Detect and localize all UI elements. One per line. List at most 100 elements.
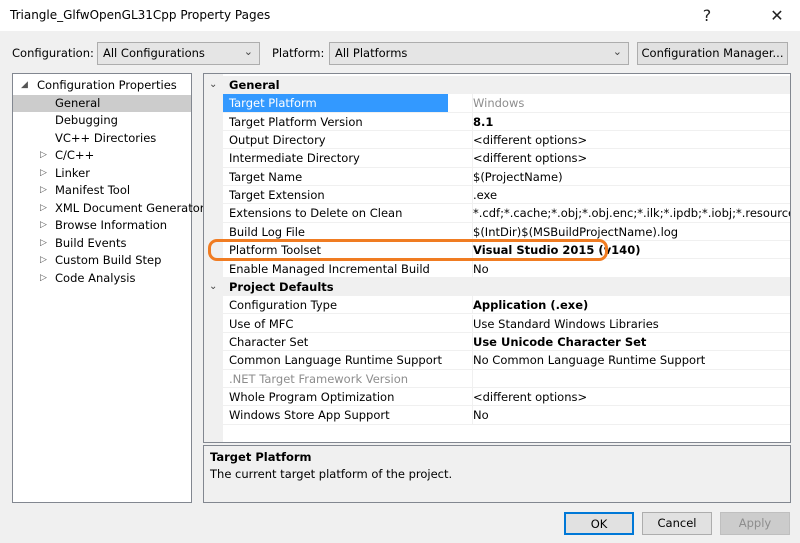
property-row[interactable]: Target Name $(ProjectName) xyxy=(223,167,790,187)
expand-arrow-icon[interactable]: ▷ xyxy=(40,147,47,164)
tree-item[interactable]: ▷ Custom Build Step xyxy=(13,252,191,269)
property-value[interactable] xyxy=(472,369,790,387)
tree-item-label: Configuration Properties xyxy=(37,78,177,92)
chevron-down-icon: ⌄ xyxy=(243,45,253,58)
property-name: Character Set xyxy=(229,334,309,349)
configuration-dropdown[interactable]: All Configurations ⌄ xyxy=(97,42,260,65)
help-button[interactable]: ? xyxy=(684,0,730,31)
property-name: Configuration Type xyxy=(229,298,338,313)
property-row[interactable]: Extensions to Delete on Clean *.cdf;*.cac… xyxy=(223,204,790,223)
platform-dropdown[interactable]: All Platforms ⌄ xyxy=(329,42,629,65)
expand-arrow-icon[interactable]: ▷ xyxy=(40,217,47,234)
tree-item[interactable]: ▷ XML Document Generator xyxy=(13,200,205,217)
description-panel: Target Platform The current target platf… xyxy=(203,445,791,503)
description-title: Target Platform xyxy=(210,450,312,464)
configuration-manager-button[interactable]: Configuration Manager... xyxy=(637,42,788,65)
property-value[interactable]: Use Standard Windows Libraries xyxy=(472,314,790,332)
property-value[interactable]: Windows xyxy=(472,94,790,112)
property-name: Target Platform xyxy=(223,94,448,112)
property-row[interactable]: Use of MFC Use Standard Windows Libraries xyxy=(223,314,790,333)
property-name: Build Log File xyxy=(229,224,305,239)
apply-button[interactable]: Apply xyxy=(720,512,790,535)
property-row[interactable]: .NET Target Framework Version xyxy=(223,369,790,388)
chevron-down-icon: ⌄ xyxy=(612,45,622,58)
property-value[interactable]: $(ProjectName) xyxy=(472,167,790,186)
property-value[interactable]: No xyxy=(472,259,790,277)
expand-arrow-icon[interactable]: ▷ xyxy=(40,270,47,287)
property-value[interactable]: $(IntDir)$(MSBuildProjectName).log xyxy=(472,222,790,241)
tree-item[interactable]: ▷ Build Events xyxy=(13,235,191,252)
property-row[interactable]: Target Platform Windows xyxy=(223,94,790,113)
property-name: Output Directory xyxy=(229,133,326,148)
property-value[interactable]: Use Unicode Character Set xyxy=(472,332,790,351)
tree-item-label: C/C++ xyxy=(55,148,95,162)
property-value[interactable]: No xyxy=(472,406,790,424)
tree-item-label: Build Events xyxy=(55,235,127,250)
window-title: Triangle_GlfwOpenGL31Cpp Property Pages xyxy=(10,8,271,22)
tree-item-label: Linker xyxy=(55,165,90,180)
expand-arrow-icon[interactable]: ▷ xyxy=(40,200,47,217)
expand-arrow-icon[interactable]: ▷ xyxy=(40,235,47,252)
property-value[interactable]: No Common Language Runtime Support xyxy=(472,351,790,369)
tree-item[interactable]: ▷ Browse Information xyxy=(13,217,191,234)
property-value[interactable]: .exe xyxy=(472,186,790,204)
close-icon[interactable]: ✕ xyxy=(754,0,800,31)
tree-item-label: Code Analysis xyxy=(55,270,136,285)
expand-arrow-icon[interactable]: ▷ xyxy=(40,182,47,199)
tree-item[interactable]: ▷ Code Analysis xyxy=(13,270,191,287)
title-bar: Triangle_GlfwOpenGL31Cpp Property Pages … xyxy=(0,0,800,31)
property-value[interactable]: <different options> xyxy=(472,131,790,149)
expand-arrow-icon[interactable]: ▷ xyxy=(40,165,47,182)
property-name: Intermediate Directory xyxy=(229,151,360,166)
property-row[interactable]: Target Platform Version 8.1 xyxy=(223,112,790,131)
collapse-arrow-icon[interactable]: ◢ xyxy=(21,77,28,94)
property-row[interactable]: Common Language Runtime Support No Common… xyxy=(223,351,790,370)
tree-item[interactable]: General xyxy=(13,94,191,112)
tree-item[interactable]: Debugging xyxy=(13,112,191,129)
category-header[interactable]: ⌄ Project Defaults xyxy=(204,277,790,296)
tree-item-label: General xyxy=(55,95,101,110)
property-row[interactable]: Configuration Type Application (.exe) xyxy=(223,296,790,315)
property-row[interactable]: Intermediate Directory <different options… xyxy=(223,149,790,168)
property-name: Target Platform Version xyxy=(229,114,363,129)
property-value[interactable]: Application (.exe) xyxy=(472,296,790,314)
tree-item[interactable]: ▷ Linker xyxy=(13,165,191,182)
property-row[interactable]: Whole Program Optimization <different opt… xyxy=(223,387,790,407)
property-name: Use of MFC xyxy=(229,316,294,331)
tree-item[interactable]: VC++ Directories xyxy=(13,130,191,147)
property-name: .NET Target Framework Version xyxy=(229,371,409,386)
tree-item-label: Browse Information xyxy=(55,218,168,232)
property-value[interactable]: <different options> xyxy=(472,387,790,406)
chevron-down-icon[interactable]: ⌄ xyxy=(209,278,217,296)
tree-item-label: Debugging xyxy=(55,113,118,127)
property-value[interactable]: <different options> xyxy=(472,149,790,167)
platform-value: All Platforms xyxy=(335,46,408,60)
property-name: Target Name xyxy=(229,169,303,184)
tree-item[interactable]: ▷ Manifest Tool xyxy=(13,182,191,199)
property-row[interactable]: Character Set Use Unicode Character Set xyxy=(223,332,790,352)
tree-item[interactable]: ◢ Configuration Properties xyxy=(13,77,191,94)
configuration-value: All Configurations xyxy=(103,46,205,60)
tree-item[interactable]: ▷ C/C++ xyxy=(13,147,191,164)
property-value[interactable]: 8.1 xyxy=(472,112,790,130)
property-row[interactable]: Target Extension .exe xyxy=(223,186,790,205)
property-name: Extensions to Delete on Clean xyxy=(229,206,403,221)
expand-arrow-icon[interactable]: ▷ xyxy=(40,252,47,269)
configuration-label: Configuration: xyxy=(12,46,94,60)
chevron-down-icon[interactable]: ⌄ xyxy=(209,76,217,94)
category-title: General xyxy=(229,78,280,92)
property-row[interactable]: Output Directory <different options> xyxy=(223,131,790,150)
property-row[interactable]: Enable Managed Incremental Build No xyxy=(223,259,790,278)
platform-label: Platform: xyxy=(272,46,325,60)
cancel-button[interactable]: Cancel xyxy=(642,512,712,535)
tree-item-label: XML Document Generator xyxy=(55,200,205,215)
property-row[interactable]: Windows Store App Support No xyxy=(223,406,790,425)
property-name: Common Language Runtime Support xyxy=(229,353,443,368)
ok-button[interactable]: OK xyxy=(564,512,634,535)
description-text: The current target platform of the proje… xyxy=(210,467,453,481)
category-header[interactable]: ⌄ General xyxy=(204,76,790,94)
property-value[interactable]: *.cdf;*.cache;*.obj;*.obj.enc;*.ilk;*.ip… xyxy=(472,204,790,222)
category-title: Project Defaults xyxy=(229,279,334,294)
property-name: Enable Managed Incremental Build xyxy=(229,261,430,276)
property-tree[interactable]: ◢ Configuration Properties General Debuggin… xyxy=(12,73,205,503)
